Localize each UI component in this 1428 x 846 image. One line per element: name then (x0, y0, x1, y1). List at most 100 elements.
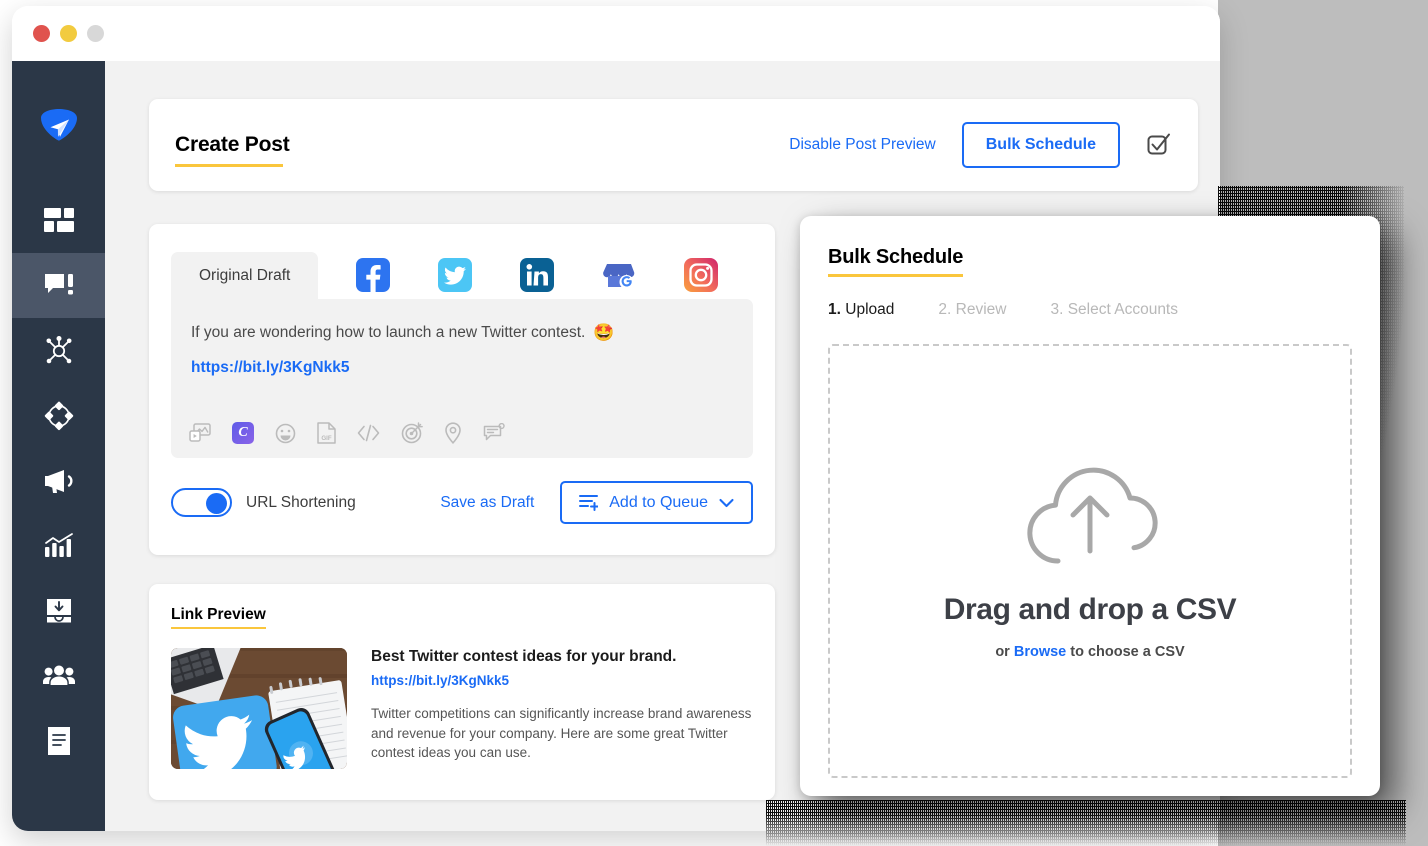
link-preview-body: Best Twitter contest ideas for your bran… (171, 648, 753, 769)
sidebar-item-dashboard[interactable] (12, 188, 105, 253)
social-network-tabs (356, 258, 719, 299)
post-composer: Original Draft If you are wondering how … (149, 224, 775, 555)
editor-toolbar: C GIF (189, 422, 505, 444)
target-icon[interactable] (401, 422, 423, 444)
megaphone-icon (44, 469, 73, 493)
save-as-draft-link[interactable]: Save as Draft (440, 494, 534, 512)
step-review[interactable]: 2. Review (938, 301, 1006, 319)
code-embed-icon[interactable] (357, 424, 380, 442)
link-preview-card: Link Preview Best Twitter contest ideas … (149, 584, 775, 800)
google-business-icon[interactable] (602, 258, 636, 292)
sidebar-item-publish[interactable] (12, 253, 105, 318)
sidebar-item-team[interactable] (12, 643, 105, 708)
title-underline (175, 164, 283, 167)
link-preview-underline (171, 626, 266, 629)
step-upload[interactable]: 1. Upload (828, 301, 894, 319)
inbox-download-icon (46, 598, 71, 622)
csv-dropzone[interactable]: Drag and drop a CSV or Browse to choose … (828, 344, 1352, 778)
composer-footer: URL Shortening Save as Draft Add to Queu… (171, 481, 753, 524)
emoji-smile-icon[interactable] (275, 423, 296, 444)
queue-add-icon (579, 495, 599, 511)
network-share-icon (46, 335, 71, 363)
canva-letter: C (232, 422, 254, 444)
window-titlebar (12, 6, 1220, 61)
link-preview-thumbnail[interactable] (171, 648, 347, 769)
select-all-checkbox[interactable] (1146, 132, 1172, 158)
add-to-queue-button[interactable]: Add to Queue (560, 481, 753, 524)
editor-shortened-link[interactable]: https://bit.ly/3KgNkk5 (191, 359, 733, 377)
toggle-knob (206, 493, 227, 514)
app-screenshot: Create Post Disable Post Preview Bulk Sc… (0, 0, 1428, 846)
link-preview-title: Best Twitter contest ideas for your bran… (371, 648, 677, 665)
instagram-icon[interactable] (684, 258, 719, 292)
note-comment-icon[interactable] (483, 423, 505, 443)
editor-text-line: If you are wondering how to launch a new… (191, 323, 733, 343)
sidebar-item-logo[interactable] (38, 107, 80, 154)
svg-text:GIF: GIF (321, 435, 332, 442)
link-preview-description: Twitter competitions can significantly i… (371, 706, 752, 761)
dropzone-sub-suffix: to choose a CSV (1066, 643, 1185, 660)
link-preview-text: Best Twitter contest ideas for your bran… (371, 648, 753, 769)
maximize-window-button[interactable] (87, 25, 104, 42)
add-to-queue-label: Add to Queue (609, 493, 708, 511)
sidebar-item-campaigns[interactable] (12, 448, 105, 513)
media-image-icon[interactable] (189, 423, 211, 443)
dropzone-subtitle: or Browse to choose a CSV (995, 644, 1184, 660)
editor-text: If you are wondering how to launch a new… (191, 324, 586, 341)
canva-icon[interactable]: C (232, 422, 254, 444)
location-pin-icon[interactable] (444, 422, 462, 444)
browse-link[interactable]: Browse (1014, 644, 1066, 660)
gif-file-icon[interactable]: GIF (317, 422, 336, 444)
tab-original-draft[interactable]: Original Draft (171, 251, 319, 299)
step-upload-number: 1. (828, 301, 841, 318)
bulk-schedule-title: Bulk Schedule (828, 246, 964, 268)
post-editor[interactable]: If you are wondering how to launch a new… (171, 299, 753, 458)
composer-tabs: Original Draft (171, 246, 753, 299)
chevron-down-icon (719, 498, 734, 507)
step-select-accounts[interactable]: 3. Select Accounts (1050, 301, 1178, 319)
step-select-accounts-label: Select Accounts (1067, 301, 1178, 318)
header-actions: Disable Post Preview Bulk Schedule (789, 122, 1172, 168)
sidebar-item-engage[interactable] (12, 318, 105, 383)
bar-chart-icon (44, 532, 73, 557)
paper-plane-logo-icon (40, 109, 77, 141)
left-sidebar (12, 61, 105, 831)
bulk-schedule-steps: 1. Upload 2. Review 3. Select Accounts (828, 301, 1352, 319)
facebook-icon[interactable] (356, 258, 391, 292)
close-window-button[interactable] (33, 25, 50, 42)
page-title-wrap: Create Post (175, 133, 290, 167)
create-post-header: Create Post Disable Post Preview Bulk Sc… (149, 99, 1198, 191)
page-title: Create Post (175, 133, 290, 156)
link-preview-url[interactable]: https://bit.ly/3KgNkk5 (371, 673, 753, 688)
dashboard-grid-icon (43, 207, 74, 232)
step-select-accounts-number: 3. (1050, 301, 1064, 318)
bulk-schedule-button[interactable]: Bulk Schedule (961, 122, 1120, 168)
step-review-label: Review (955, 301, 1007, 318)
linkedin-icon[interactable] (520, 258, 555, 292)
link-preview-title-wrap: Link Preview (171, 606, 266, 629)
minimize-window-button[interactable] (60, 25, 77, 42)
diamond-cluster-icon (44, 401, 73, 430)
bulk-schedule-panel: Bulk Schedule 1. Upload 2. Review 3. Sel… (800, 216, 1380, 796)
twitter-desk-photo-icon (171, 648, 347, 769)
disable-post-preview-link[interactable]: Disable Post Preview (789, 136, 935, 154)
twitter-icon[interactable] (438, 258, 473, 292)
dropzone-sub-prefix: or (995, 643, 1014, 660)
url-shortening-toggle[interactable] (171, 488, 232, 517)
document-report-icon (47, 726, 70, 755)
bulk-schedule-underline (828, 274, 964, 277)
chat-publish-icon (44, 273, 73, 294)
star-struck-emoji-icon: 🤩 (593, 323, 615, 342)
composer-actions: Save as Draft Add to Queue (440, 481, 753, 524)
sidebar-item-discovery[interactable] (12, 383, 105, 448)
sidebar-item-inbox[interactable] (12, 578, 105, 643)
cloud-upload-icon (1027, 467, 1158, 564)
sidebar-item-reports[interactable] (12, 708, 105, 773)
step-review-number: 2. (938, 301, 952, 318)
people-group-icon (42, 665, 75, 685)
sidebar-item-analytics[interactable] (12, 513, 105, 578)
url-shortening-label: URL Shortening (246, 493, 356, 511)
bulk-schedule-title-wrap: Bulk Schedule (828, 246, 964, 277)
checkbox-check-icon (1147, 133, 1170, 155)
link-preview-section-title: Link Preview (171, 606, 266, 623)
